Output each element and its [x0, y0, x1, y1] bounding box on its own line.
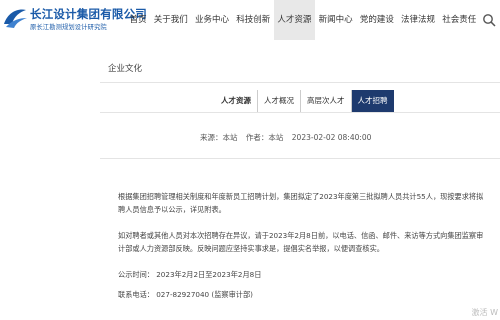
- subtab-high-level-talent[interactable]: 高层次人才: [301, 90, 352, 112]
- section-title: 企业文化: [108, 64, 143, 74]
- subtab-talent-resources[interactable]: 人才资源: [215, 90, 258, 112]
- section-divider: [100, 82, 500, 83]
- nav-item-news[interactable]: 新闻中心: [315, 0, 356, 40]
- article-body: 根据集团招聘管理相关制度和年度新员工招聘计划，集团拟定了2023年度第三批拟聘人…: [118, 190, 490, 308]
- subtab-recruitment[interactable]: 人才招聘: [351, 90, 394, 112]
- site-header: 长江设计集团有限公司 原长江勘测规划设计研究院 首页 关于我们 业务中心 科技创…: [0, 0, 500, 40]
- main-nav: 首页 关于我们 业务中心 科技创新 人才资源 新闻中心 党的建设 法律法规 社会…: [126, 0, 480, 40]
- os-activation-watermark: 激活 W: [471, 308, 498, 317]
- meta-author: 作者：本站: [245, 133, 284, 142]
- nav-item-law[interactable]: 法律法规: [397, 0, 438, 40]
- logo-subtitle: 原长江勘测规划设计研究院: [30, 24, 107, 31]
- logo-mark-icon: [4, 9, 27, 28]
- article-contact: 联系电话： 027-82927040 (监察审计部): [118, 290, 253, 299]
- article-paragraph-2: 如对聘者或其他人员对本次招聘存在异议，请于2023年2月8日前，以电话、信函、邮…: [118, 231, 484, 253]
- nav-item-talent[interactable]: 人才资源: [273, 0, 316, 40]
- subtab-divider: [100, 112, 500, 113]
- meta-time: 2023-02-02 08:40:00: [291, 133, 372, 142]
- nav-item-business[interactable]: 业务中心: [191, 0, 232, 40]
- article-paragraph-1: 根据集团招聘管理相关制度和年度新员工招聘计划，集团拟定了2023年度第三批拟聘人…: [118, 192, 484, 214]
- nav-item-about[interactable]: 关于我们: [150, 0, 191, 40]
- article-period: 公示时间： 2023年2月2日至2023年2月8日: [118, 270, 262, 279]
- nav-item-home[interactable]: 首页: [126, 0, 150, 40]
- search-icon[interactable]: [482, 13, 496, 27]
- sub-navigation: 人才资源 人才概况 高层次人才 人才招聘: [215, 90, 394, 112]
- nav-item-responsibility[interactable]: 社会责任: [439, 0, 480, 40]
- nav-item-party[interactable]: 党的建设: [356, 0, 397, 40]
- subtab-talent-overview[interactable]: 人才概况: [258, 90, 301, 112]
- article-meta: 来源：本站 作者：本站 2023-02-02 08:40:00: [200, 132, 377, 143]
- meta-source: 来源：本站: [200, 133, 238, 142]
- nav-item-innovation[interactable]: 科技创新: [233, 0, 274, 40]
- meta-divider: [100, 158, 500, 159]
- company-logo[interactable]: 长江设计集团有限公司 原长江勘测规划设计研究院: [2, 4, 147, 34]
